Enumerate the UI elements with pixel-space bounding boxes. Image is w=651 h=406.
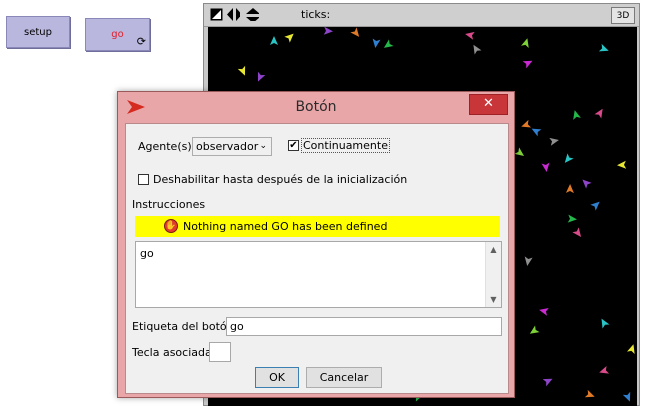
forever-icon: ⟳ bbox=[136, 35, 146, 48]
turtle bbox=[514, 147, 525, 156]
chevron-down-icon: ⌄ bbox=[259, 141, 267, 151]
turtle bbox=[524, 256, 533, 266]
error-bar: ✋ Nothing named GO has been defined bbox=[135, 216, 500, 237]
close-button[interactable]: ✕ bbox=[469, 94, 508, 115]
setup-button[interactable]: setup bbox=[6, 16, 70, 48]
agent-label: Agente(s) bbox=[138, 140, 192, 153]
go-button[interactable]: go ⟳ bbox=[85, 18, 150, 51]
cancel-button[interactable]: Cancelar bbox=[306, 367, 382, 388]
cancel-button-label: Cancelar bbox=[319, 371, 369, 384]
code-scrollbar[interactable]: ▲ ▼ bbox=[485, 242, 501, 307]
continuous-checkbox[interactable]: ✔ bbox=[288, 140, 299, 151]
continuous-label: Continuamente bbox=[301, 138, 390, 153]
go-button-label: go bbox=[111, 29, 124, 40]
turtle bbox=[622, 391, 631, 402]
turtle bbox=[567, 214, 577, 223]
turtle bbox=[323, 27, 333, 35]
turtle bbox=[582, 179, 592, 189]
code-editor[interactable]: go ▲ ▼ bbox=[135, 241, 502, 308]
turtle bbox=[521, 119, 532, 128]
turtle bbox=[601, 318, 610, 329]
hotkey-label: Tecla asociada bbox=[132, 346, 212, 359]
code-text: go bbox=[140, 247, 154, 260]
hotkey-input[interactable] bbox=[209, 342, 231, 362]
turtle bbox=[572, 227, 582, 237]
left-right-icon[interactable] bbox=[227, 8, 240, 21]
turtle bbox=[531, 128, 542, 137]
view-toolbar: ticks: 3D bbox=[204, 4, 639, 27]
turtle bbox=[573, 110, 581, 120]
turtle bbox=[565, 184, 574, 194]
button-label-input[interactable]: go bbox=[226, 317, 502, 336]
turtle bbox=[270, 36, 278, 45]
turtle bbox=[522, 60, 533, 69]
agent-select-value: observador bbox=[196, 140, 259, 153]
turtle bbox=[372, 38, 381, 48]
up-down-icon[interactable] bbox=[246, 8, 259, 21]
stop-hand-icon: ✋ bbox=[164, 219, 178, 233]
turtle bbox=[627, 344, 635, 354]
turtle bbox=[594, 108, 603, 119]
turtle bbox=[237, 65, 246, 76]
3d-button[interactable]: 3D bbox=[611, 7, 635, 24]
turtle bbox=[542, 378, 553, 387]
disable-until-setup-checkbox[interactable] bbox=[138, 174, 149, 185]
turtle bbox=[549, 137, 559, 146]
turtle bbox=[257, 71, 266, 82]
disable-until-setup-label: Deshabilitar hasta después de la inicial… bbox=[153, 173, 408, 186]
turtle bbox=[539, 308, 549, 316]
turtle bbox=[473, 44, 482, 55]
turtle bbox=[598, 43, 609, 52]
dialog-titlebar[interactable]: Botón ✕ bbox=[118, 92, 514, 122]
turtle bbox=[584, 389, 595, 398]
turtle bbox=[465, 31, 475, 40]
ok-button-label: OK bbox=[269, 371, 285, 384]
turtle bbox=[599, 365, 610, 374]
turtle bbox=[521, 38, 529, 48]
turtle bbox=[617, 160, 627, 169]
turtle bbox=[590, 201, 600, 211]
close-icon: ✕ bbox=[483, 96, 494, 111]
button-dialog: Botón ✕ Agente(s) observador ⌄ ✔ Continu… bbox=[117, 91, 515, 398]
turtle bbox=[383, 39, 394, 48]
setup-button-label: setup bbox=[24, 26, 52, 38]
turtle bbox=[564, 153, 574, 163]
turtle bbox=[350, 27, 360, 37]
scroll-down-icon[interactable]: ▼ bbox=[486, 295, 501, 304]
dialog-title: Botón bbox=[295, 99, 337, 115]
turtle bbox=[284, 33, 294, 43]
dialog-body: Agente(s) observador ⌄ ✔ Continuamente D… bbox=[125, 123, 509, 394]
check-icon: ✔ bbox=[289, 140, 298, 151]
error-message: Nothing named GO has been defined bbox=[183, 220, 388, 233]
agent-select[interactable]: observador ⌄ bbox=[192, 137, 272, 156]
button-label-label: Etiqueta del botón bbox=[132, 320, 234, 333]
3d-button-label: 3D bbox=[616, 10, 630, 21]
ticks-label: ticks: bbox=[301, 8, 331, 21]
turtle bbox=[529, 325, 540, 334]
turtle bbox=[541, 162, 550, 172]
scroll-up-icon[interactable]: ▲ bbox=[486, 245, 501, 254]
button-label-value: go bbox=[230, 320, 244, 333]
instructions-label: Instrucciones bbox=[132, 198, 206, 211]
speed-icon[interactable] bbox=[210, 8, 223, 21]
ok-button[interactable]: OK bbox=[255, 367, 299, 388]
